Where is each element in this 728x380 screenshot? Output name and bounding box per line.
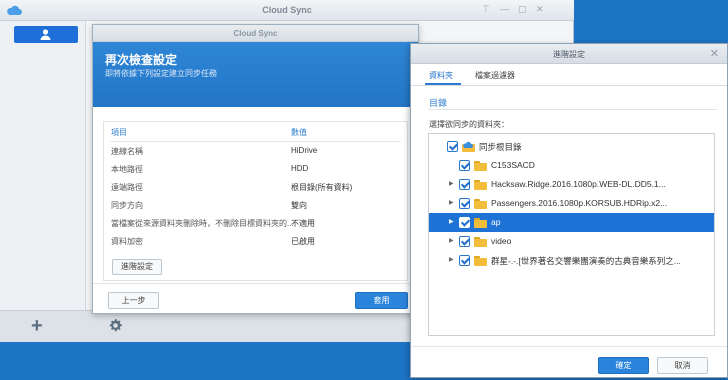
row-key: 資料加密 xyxy=(111,237,143,246)
tree-node-label: 同步根目錄 xyxy=(479,142,522,152)
window-titlebar[interactable]: Cloud Sync ⊤ — ▢ ✕ xyxy=(0,0,574,21)
connection-tab[interactable] xyxy=(14,26,78,43)
section-title: 目錄 xyxy=(429,98,448,108)
summary-row: 資料加密 已啟用 xyxy=(104,236,407,250)
value-column-header: 數值 xyxy=(291,128,307,137)
tree-node-label: video xyxy=(491,236,512,246)
header-divider xyxy=(110,141,401,142)
folder-tree: 同步根目錄 C153SACD ▶ Hacksaw.Ridge.2016.1080p.W… xyxy=(428,133,715,336)
dialog-title: Cloud Sync xyxy=(233,29,278,38)
settings-summary-table: 項目 數值 連線名稱 HiDrive 本地路徑 HDD 遠端路徑 根目錄(所有資… xyxy=(103,121,408,281)
row-key: 本地路徑 xyxy=(111,165,143,174)
minimize-icon[interactable]: — xyxy=(500,4,509,14)
maximize-icon[interactable]: ▢ xyxy=(518,4,527,15)
row-key: 連線名稱 xyxy=(111,147,143,156)
tree-node-label: Passengers.2016.1080p.KORSUB.HDRip.x2... xyxy=(491,198,668,208)
active-tab-indicator xyxy=(425,83,461,85)
expand-arrow-icon[interactable]: ▶ xyxy=(449,199,454,206)
tab-file-filter[interactable]: 檔案過濾器 xyxy=(475,70,515,81)
item-column-header: 項目 xyxy=(111,128,127,137)
summary-row: 連線名稱 HiDrive xyxy=(104,146,407,160)
folder-icon xyxy=(474,256,487,266)
folder-icon xyxy=(474,218,487,228)
tree-node[interactable]: ▶ Passengers.2016.1080p.KORSUB.HDRip.x2..… xyxy=(429,194,714,213)
review-settings-dialog: Cloud Sync 再次檢查設定 即將依據下列設定建立同步任務 項目 數值 連… xyxy=(92,24,419,314)
dialog-heading: 再次檢查設定 xyxy=(105,53,178,67)
dialog-subheading: 即將依據下列設定建立同步任務 xyxy=(105,69,217,78)
dialog-titlebar[interactable]: Cloud Sync xyxy=(93,25,418,42)
advanced-dialog-footer: 確定 取消 xyxy=(411,346,727,377)
previous-button[interactable]: 上一步 xyxy=(108,292,159,309)
folder-checkbox[interactable] xyxy=(459,236,470,247)
tab-bar: 資料夾 檔案過濾器 xyxy=(411,64,727,86)
plus-icon[interactable]: + xyxy=(31,315,43,338)
expand-arrow-icon[interactable]: ▶ xyxy=(449,180,454,187)
folder-checkbox[interactable] xyxy=(459,198,470,209)
row-value: 根目錄(所有資料) xyxy=(291,183,353,192)
close-icon[interactable]: ✕ xyxy=(710,47,719,60)
folder-checkbox[interactable] xyxy=(459,217,470,228)
advanced-settings-dialog: 進階設定 ✕ 資料夾 檔案過濾器 目錄 選擇欲同步的資料夾： 同步根目錄 C153… xyxy=(410,43,728,378)
gear-icon[interactable] xyxy=(108,318,123,333)
tree-node-label: Hacksaw.Ridge.2016.1080p.WEB-DL.DD5.1... xyxy=(491,179,666,189)
expand-arrow-icon[interactable]: ▶ xyxy=(449,256,454,263)
folder-icon xyxy=(474,180,487,190)
row-key: 遠端路徑 xyxy=(111,183,143,192)
connection-list-panel xyxy=(0,21,86,342)
expand-arrow-icon[interactable]: ▶ xyxy=(449,218,454,225)
folder-icon xyxy=(474,237,487,247)
select-folders-label: 選擇欲同步的資料夾： xyxy=(429,120,509,129)
tree-node[interactable]: ▶ 群星-.-.[世界著名交響樂團演奏的古典音樂系列之... xyxy=(429,251,714,270)
tree-node-label: 群星-.-.[世界著名交響樂團演奏的古典音樂系列之... xyxy=(491,256,681,266)
ok-button[interactable]: 確定 xyxy=(598,357,649,374)
row-key: 當檔案從來源資料夾刪除時，不刪除目標資料夾的... xyxy=(111,219,294,228)
summary-row: 當檔案從來源資料夾刪除時，不刪除目標資料夾的... 不適用 xyxy=(104,218,407,232)
folder-checkbox[interactable] xyxy=(447,141,458,152)
row-value: 雙向 xyxy=(291,201,307,210)
folder-icon xyxy=(474,161,487,171)
advanced-dialog-title: 進階設定 xyxy=(553,50,585,59)
cancel-button[interactable]: 取消 xyxy=(657,357,708,374)
tree-node-label: ap xyxy=(491,217,501,227)
row-value: 已啟用 xyxy=(291,237,315,246)
summary-row: 遠端路徑 根目錄(所有資料) xyxy=(104,182,407,196)
folder-checkbox[interactable] xyxy=(459,160,470,171)
folder-icon xyxy=(474,199,487,209)
cloud-folder-icon xyxy=(462,141,475,152)
tree-node[interactable]: 同步根目錄 xyxy=(429,137,714,156)
expand-arrow-icon[interactable]: ▶ xyxy=(449,237,454,244)
tree-node[interactable]: C153SACD xyxy=(429,156,714,175)
advanced-settings-button[interactable]: 進階設定 xyxy=(112,259,162,275)
row-value: 不適用 xyxy=(291,219,315,228)
dialog-footer: 上一步 套用 xyxy=(93,283,418,313)
tree-node[interactable]: ▶ Hacksaw.Ridge.2016.1080p.WEB-DL.DD5.1..… xyxy=(429,175,714,194)
summary-row: 本地路徑 HDD xyxy=(104,164,407,178)
tree-node-label: C153SACD xyxy=(491,160,535,170)
summary-row: 同步方向 雙向 xyxy=(104,200,407,214)
row-key: 同步方向 xyxy=(111,201,143,210)
tree-node[interactable]: ▶ ap xyxy=(429,213,714,232)
apply-button[interactable]: 套用 xyxy=(355,292,408,309)
row-value: HDD xyxy=(291,164,309,173)
close-icon[interactable]: ✕ xyxy=(536,4,544,15)
row-value: HiDrive xyxy=(291,146,318,155)
pin-icon[interactable]: ⊤ xyxy=(482,4,490,15)
folder-checkbox[interactable] xyxy=(459,179,470,190)
user-icon xyxy=(40,29,51,40)
advanced-dialog-titlebar[interactable]: 進階設定 ✕ xyxy=(411,44,727,64)
folder-checkbox[interactable] xyxy=(459,255,470,266)
tree-node[interactable]: ▶ video xyxy=(429,232,714,251)
section-divider xyxy=(428,109,717,110)
tab-folders[interactable]: 資料夾 xyxy=(429,70,453,81)
